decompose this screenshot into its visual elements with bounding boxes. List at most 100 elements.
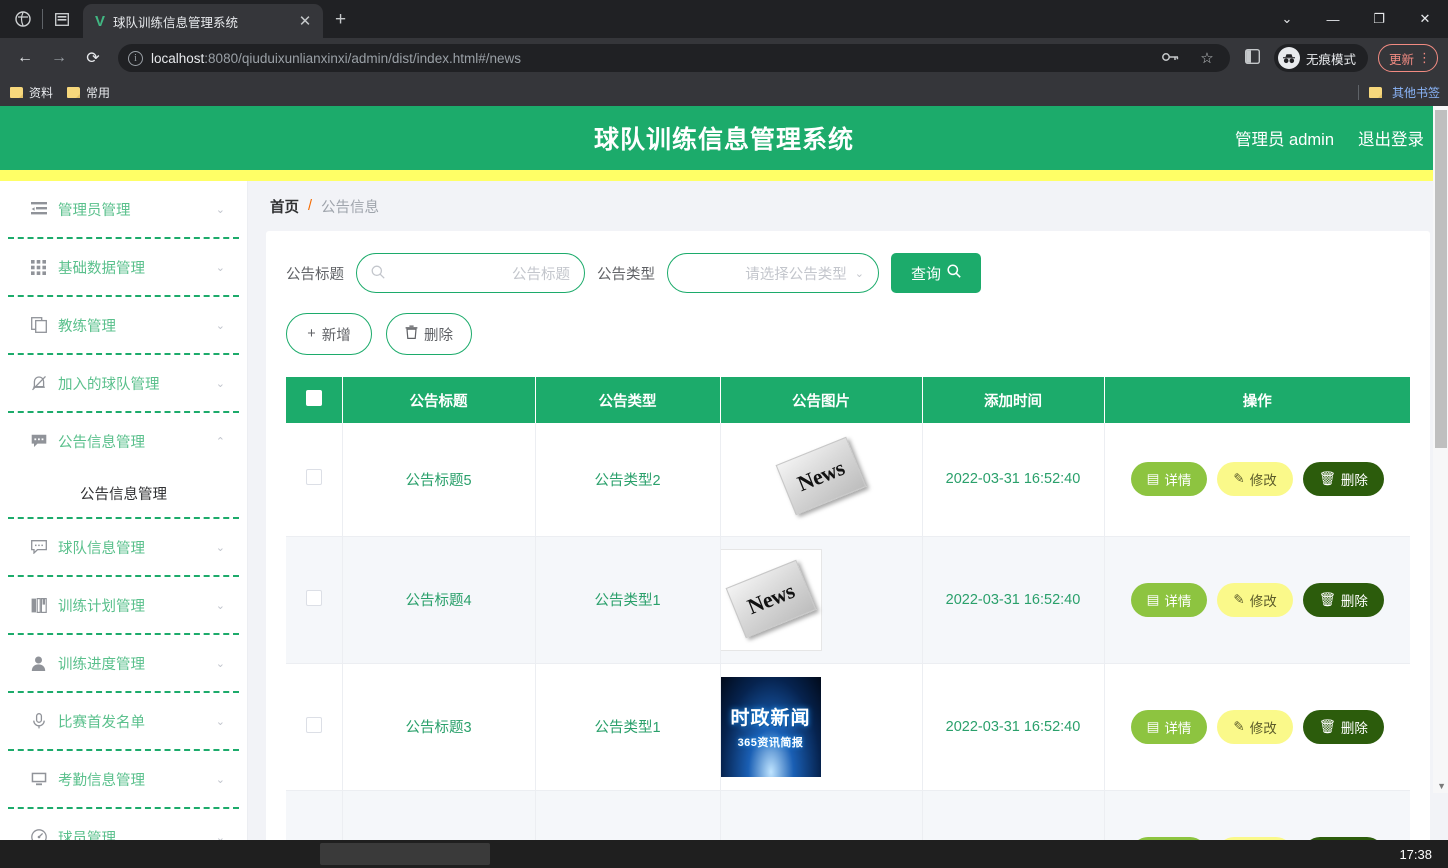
search-icon <box>371 265 385 282</box>
detail-button[interactable]: ▤ 详情 <box>1130 462 1208 497</box>
sidebar-item-label: 管理员管理 <box>58 202 131 219</box>
document-icon: ▤ <box>1146 471 1160 487</box>
update-button[interactable]: 更新 ⋮ <box>1377 44 1438 72</box>
page-info-icon[interactable]: i <box>128 50 143 66</box>
news-paper-shape: News <box>775 436 867 516</box>
sidebar-item-team-info[interactable]: 球队信息管理 ⌄ <box>8 519 239 575</box>
sidebar-item-coach[interactable]: 教练管理 ⌄ <box>8 297 239 353</box>
sidebar-group: 考勤信息管理 ⌄ <box>8 751 239 809</box>
shizheng-xinwen-thumbnail[interactable]: 时政新闻 365资讯简报 <box>720 676 821 777</box>
sidebar-group: 比赛首发名单 ⌄ <box>8 693 239 751</box>
delete-button[interactable]: 删除 <box>386 313 472 355</box>
edit-button[interactable]: ✎ 修改 <box>1217 462 1293 497</box>
other-bookmarks-label: 其他书签 <box>1391 85 1440 100</box>
news-boxed-thumbnail[interactable]: News <box>720 549 821 650</box>
news-tilted-thumbnail[interactable]: News <box>775 436 867 517</box>
mic-icon <box>30 713 47 730</box>
sidebar-item-label: 比赛首发名单 <box>58 714 145 731</box>
bookmark-item[interactable]: 资料 <box>10 84 53 101</box>
sidebar-item-training-progress[interactable]: 训练进度管理 ⌄ <box>8 635 239 691</box>
new-tab-button[interactable]: + <box>335 9 346 31</box>
window-controls: ⌄ — ❐ ✕ <box>1264 0 1448 38</box>
trash-icon: 🗑 <box>1318 471 1336 487</box>
tab-search-icon[interactable] <box>45 2 79 36</box>
chevron-down-icon[interactable]: ⌄ <box>1264 0 1310 38</box>
scroll-down-icon[interactable]: ▼ <box>1437 781 1446 791</box>
folder-icon <box>10 86 23 98</box>
type-filter-label: 公告类型 <box>597 266 655 283</box>
reload-icon[interactable]: ⟳ <box>78 43 108 73</box>
detail-button[interactable]: ▤ 详情 <box>1130 709 1208 744</box>
table-head: 公告标题 公告类型 公告图片 添加时间 操作 <box>286 377 1410 423</box>
minimize-icon[interactable]: — <box>1310 0 1356 38</box>
row-checkbox[interactable] <box>305 589 322 606</box>
forward-icon[interactable]: → <box>44 43 74 73</box>
browser-tab[interactable]: V 球队训练信息管理系统 ✕ <box>83 4 323 38</box>
scrollbar-thumb[interactable] <box>1435 110 1447 448</box>
sidebar-item-label: 公告信息管理 <box>58 434 145 451</box>
bookmark-item[interactable]: 常用 <box>67 84 110 101</box>
edit-button[interactable]: ✎ 修改 <box>1217 582 1293 617</box>
chevron-down-icon: ⌄ <box>215 599 225 612</box>
back-icon[interactable]: ← <box>10 43 40 73</box>
close-icon[interactable]: ✕ <box>295 12 315 30</box>
edit-button[interactable]: ✎ 修改 <box>1217 709 1293 744</box>
breadcrumb-home[interactable]: 首页 <box>270 196 299 217</box>
row-delete-button[interactable]: 🗑 删除 <box>1302 462 1384 497</box>
bookmark-star-icon[interactable]: ☆ <box>1194 49 1220 67</box>
row-checkbox[interactable] <box>305 716 322 733</box>
app-menu-icon[interactable] <box>6 2 40 36</box>
add-button[interactable]: + 新增 <box>286 313 372 355</box>
incognito-icon <box>1277 47 1300 69</box>
more-menu-icon[interactable]: ⋮ <box>1418 50 1431 66</box>
sidebar-item-attendance[interactable]: 考勤信息管理 ⌄ <box>8 751 239 807</box>
pencil-icon: ✎ <box>1233 718 1245 734</box>
sidebar-item-basedata[interactable]: 基础数据管理 ⌄ <box>8 239 239 295</box>
monitor-icon <box>30 771 47 788</box>
row-select-cell <box>286 663 343 791</box>
column-header-operations: 操作 <box>1104 377 1410 423</box>
logout-button[interactable]: 退出登录 <box>1358 126 1424 150</box>
type-select[interactable]: 请选择公告类型 ⌄ <box>667 253 879 293</box>
folder-icon <box>67 86 81 98</box>
other-bookmarks[interactable]: 其他书签 <box>1357 84 1440 101</box>
table-row[interactable]: 公告标题5 公告类型2 News 2022-03-31 16:52:40 ▤ 详… <box>286 423 1411 537</box>
row-actions: ▤ 详情 ✎ 修改 🗑 <box>1105 709 1411 744</box>
table-row[interactable]: 公告标题3 公告类型1 时政新闻 365资讯简报 2022-03-31 16:5 <box>286 663 1411 791</box>
row-delete-button[interactable]: 🗑 删除 <box>1302 709 1384 744</box>
sidebar-subitem-news-list[interactable]: 公告信息管理 <box>8 469 239 517</box>
sidebar-item-joined-team[interactable]: 加入的球队管理 ⌄ <box>8 355 239 411</box>
sidebar-item-admin[interactable]: 管理员管理 ⌄ <box>8 181 239 237</box>
incognito-indicator[interactable]: 无痕模式 <box>1273 44 1368 72</box>
sidebar-item-news[interactable]: 公告信息管理 ⌃ <box>8 413 239 469</box>
chevron-down-icon: ⌄ <box>215 377 225 390</box>
browser-toolbar: ← → ⟳ i localhost:8080/qiuduixunlianxinx… <box>0 38 1448 78</box>
page-scrollbar[interactable]: ▼ <box>1433 106 1448 793</box>
side-panel-icon[interactable] <box>1240 48 1266 68</box>
select-all-checkbox[interactable] <box>305 390 322 406</box>
title-search-input[interactable]: 公告标题 <box>356 253 585 293</box>
address-bar[interactable]: i localhost:8080/qiuduixunlianxinxi/admi… <box>118 44 1230 72</box>
maximize-icon[interactable]: ❐ <box>1356 0 1402 38</box>
cell-title: 公告标题5 <box>342 423 536 537</box>
header-user-area: 管理员 admin 退出登录 <box>1235 126 1424 150</box>
row-delete-button[interactable]: 🗑 删除 <box>1302 582 1384 617</box>
key-icon[interactable] <box>1158 50 1184 67</box>
table-header-row: 公告标题 公告类型 公告图片 添加时间 操作 <box>286 377 1410 423</box>
news-word-text: News <box>743 577 798 619</box>
title-filter-label: 公告标题 <box>286 266 344 283</box>
taskbar-active-window[interactable] <box>320 843 490 865</box>
sidebar-item-training-plan[interactable]: 训练计划管理 ⌄ <box>8 577 239 633</box>
table-row[interactable]: 公告标题4 公告类型1 News 2022-03-31 16:52:40 ▤ 详… <box>286 536 1410 664</box>
bookmark-label: 常用 <box>86 85 111 100</box>
search-button[interactable]: 查询 <box>891 253 982 293</box>
row-checkbox[interactable] <box>305 469 322 486</box>
window-close-icon[interactable]: ✕ <box>1402 0 1448 38</box>
row-select-cell <box>286 423 343 537</box>
column-header-type: 公告类型 <box>535 377 721 423</box>
pencil-icon: ✎ <box>1233 471 1245 487</box>
url-text: localhost:8080/qiuduixunlianxinxi/admin/… <box>151 51 521 66</box>
detail-button[interactable]: ▤ 详情 <box>1130 582 1208 617</box>
sidebar-item-starting-lineup[interactable]: 比赛首发名单 ⌄ <box>8 693 239 749</box>
row-actions: ▤ 详情 ✎ 修改 🗑 <box>1105 462 1411 497</box>
